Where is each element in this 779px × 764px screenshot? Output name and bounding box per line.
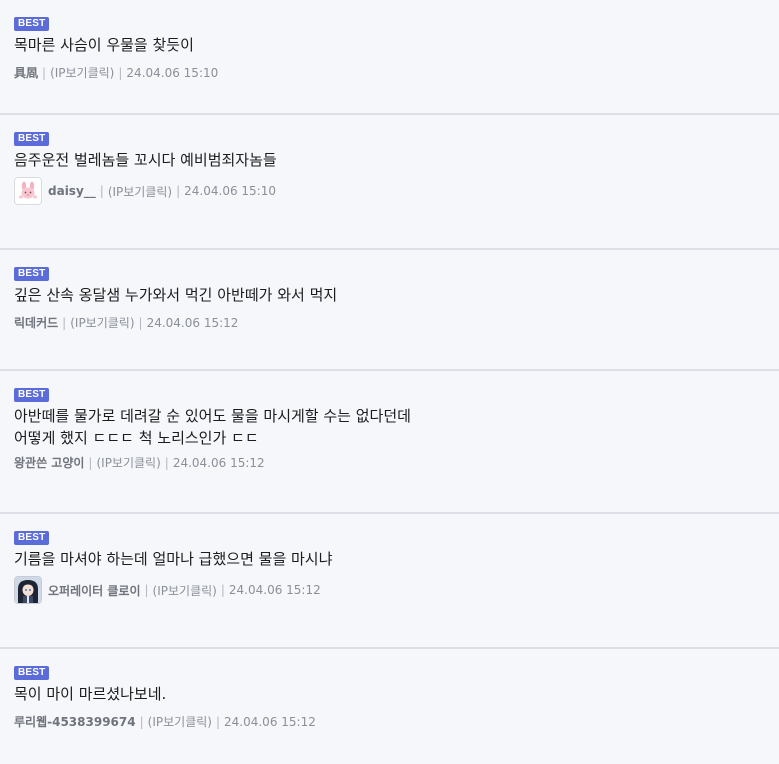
- comment-item: BEST 깊은 산속 옹달샘 누가와서 먹긴 아반떼가 와서 먹지 릭데커드 |…: [0, 250, 779, 371]
- meta-separator: |: [62, 315, 67, 330]
- ip-view-link[interactable]: (IP보기클릭): [50, 64, 114, 81]
- comment-line: 기름을 마셔야 하는데 얼마나 급했으면 물을 마시냐: [14, 550, 333, 568]
- author-name[interactable]: 具凮: [14, 64, 38, 81]
- best-badge: BEST: [14, 666, 50, 680]
- comment-text: 목이 마이 마르셨나보네.: [14, 683, 765, 705]
- comment-meta: 릭데커드 | (IP보기클릭) | 24.04.06 15:12: [14, 314, 765, 331]
- meta-separator: |: [164, 455, 169, 470]
- comment-list: BEST 목마른 사슴이 우물을 찾듯이 具凮 | (IP보기클릭) | 24.…: [0, 0, 779, 764]
- ip-view-link[interactable]: (IP보기클릭): [148, 713, 212, 730]
- comment-date: 24.04.06 15:12: [172, 455, 265, 470]
- meta-separator: |: [176, 184, 181, 198]
- author-name[interactable]: 루리웹-4538399674: [14, 713, 136, 730]
- ip-view-link[interactable]: (IP보기클릭): [70, 314, 134, 331]
- meta-separator: |: [220, 583, 225, 597]
- ip-view-link[interactable]: (IP보기클릭): [96, 454, 160, 471]
- comment-meta: 오퍼레이터 클로이 | (IP보기클릭) | 24.04.06 15:12: [14, 576, 765, 604]
- comment-line: 목마른 사슴이 우물을 찾듯이: [14, 36, 194, 54]
- comment-text: 음주운전 벌레놈들 꼬시다 예비범죄자놈들: [14, 149, 765, 171]
- comment-line: 음주운전 벌레놈들 꼬시다 예비범죄자놈들: [14, 151, 277, 169]
- comment-line: 목이 마이 마르셨나보네.: [14, 685, 167, 703]
- comment-text: 깊은 산속 옹달샘 누가와서 먹긴 아반떼가 와서 먹지: [14, 284, 765, 306]
- anime-character-avatar-icon: [15, 577, 41, 603]
- best-badge: BEST: [14, 17, 50, 31]
- comment-date: 24.04.06 15:12: [146, 315, 239, 330]
- comment-item: BEST 음주운전 벌레놈들 꼬시다 예비범죄자놈들 daisy__ | (IP…: [0, 115, 779, 250]
- best-badge: BEST: [14, 531, 50, 545]
- best-badge: BEST: [14, 267, 50, 281]
- ip-view-link[interactable]: (IP보기클릭): [153, 582, 217, 599]
- comment-date: 24.04.06 15:10: [184, 184, 277, 198]
- meta-separator: |: [138, 315, 143, 330]
- best-badge: BEST: [14, 132, 50, 146]
- meta-separator: |: [144, 583, 149, 597]
- comment-date: 24.04.06 15:12: [228, 583, 321, 597]
- pink-bunny-avatar-icon: [15, 178, 41, 204]
- author-name[interactable]: daisy__: [48, 184, 96, 198]
- comment-text: 목마른 사슴이 우물을 찾듯이: [14, 34, 765, 56]
- avatar[interactable]: [14, 177, 42, 205]
- author-name[interactable]: 왕관쓴 고양이: [14, 454, 84, 471]
- comment-meta: 왕관쓴 고양이 | (IP보기클릭) | 24.04.06 15:12: [14, 454, 765, 471]
- comment-meta: daisy__ | (IP보기클릭) | 24.04.06 15:10: [14, 177, 765, 205]
- comment-line: 깊은 산속 옹달샘 누가와서 먹긴 아반떼가 와서 먹지: [14, 286, 338, 304]
- comment-date: 24.04.06 15:12: [224, 714, 316, 729]
- comment-meta: 具凮 | (IP보기클릭) | 24.04.06 15:10: [14, 64, 765, 81]
- meta-separator: |: [42, 65, 47, 80]
- meta-separator: |: [99, 184, 104, 198]
- comment-meta: 루리웹-4538399674 | (IP보기클릭) | 24.04.06 15:…: [14, 713, 765, 730]
- comment-line: 어떻게 했지 ㄷㄷㄷ 척 노리스인가 ㄷㄷ: [14, 429, 259, 447]
- comment-item: BEST 목이 마이 마르셨나보네. 루리웹-4538399674 | (IP보…: [0, 649, 779, 764]
- meta-separator: |: [118, 65, 123, 80]
- best-badge: BEST: [14, 388, 50, 402]
- meta-separator: |: [215, 714, 221, 729]
- author-name[interactable]: 오퍼레이터 클로이: [48, 582, 141, 599]
- meta-separator: |: [139, 714, 144, 729]
- comment-item: BEST 아반떼를 물가로 데려갈 순 있어도 물을 마시게할 수는 없다던데 …: [0, 371, 779, 514]
- meta-separator: |: [88, 455, 93, 470]
- comment-line: 아반떼를 물가로 데려갈 순 있어도 물을 마시게할 수는 없다던데: [14, 407, 411, 425]
- author-name[interactable]: 릭데커드: [14, 314, 58, 331]
- comment-item: BEST 기름을 마셔야 하는데 얼마나 급했으면 물을 마시냐 오퍼레이터 클…: [0, 514, 779, 649]
- ip-view-link[interactable]: (IP보기클릭): [108, 183, 172, 200]
- comment-text: 기름을 마셔야 하는데 얼마나 급했으면 물을 마시냐: [14, 548, 765, 570]
- avatar[interactable]: [14, 576, 42, 604]
- comment-item: BEST 목마른 사슴이 우물을 찾듯이 具凮 | (IP보기클릭) | 24.…: [0, 0, 779, 115]
- comment-date: 24.04.06 15:10: [126, 65, 219, 80]
- comment-text: 아반떼를 물가로 데려갈 순 있어도 물을 마시게할 수는 없다던데 어떻게 했…: [14, 405, 765, 449]
